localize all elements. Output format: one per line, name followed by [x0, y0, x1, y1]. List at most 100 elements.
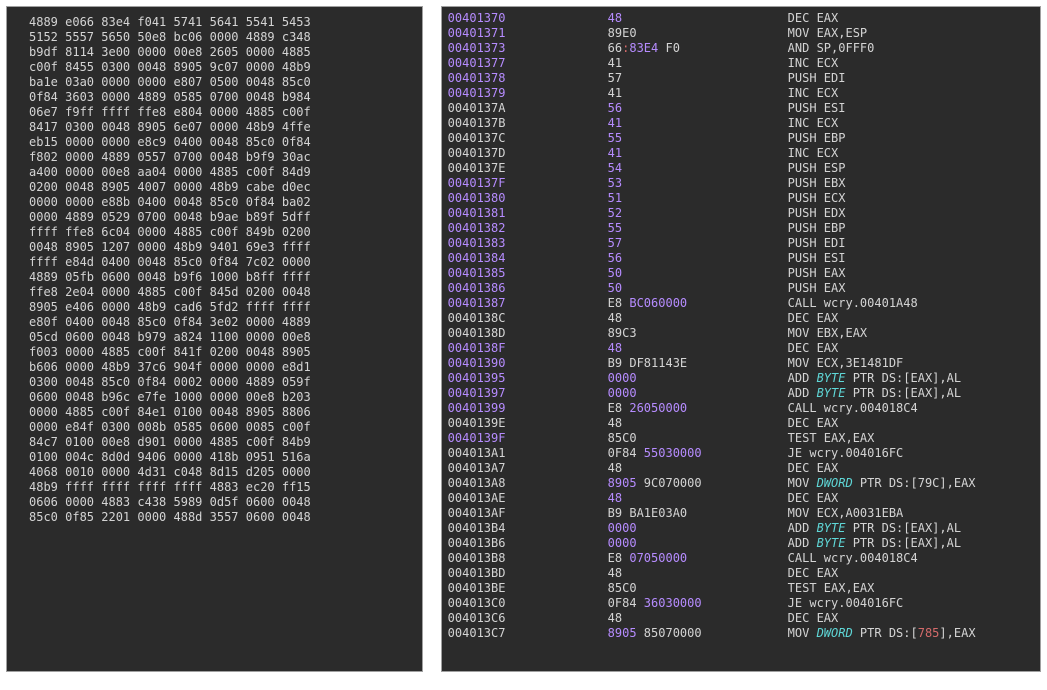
disasm-row: 004013970000ADD BYTE PTR DS:[EAX],AL	[448, 386, 1038, 401]
bytes: B9 BA1E03A0	[608, 506, 788, 521]
disasm-row: 0040138650PUSH EAX	[448, 281, 1038, 296]
disasm-row: 0040137857PUSH EDI	[448, 71, 1038, 86]
bytes: 41	[608, 56, 788, 71]
hex-row: 0600 0048 b96c e7fe 1000 0000 00e8 b203	[29, 390, 416, 405]
bytes: 8905 85070000	[608, 626, 788, 641]
address: 00401381	[448, 206, 608, 221]
address: 004013C7	[448, 626, 608, 641]
address: 0040138C	[448, 311, 608, 326]
disasm-row: 004013A88905 9C070000MOV DWORD PTR DS:[7…	[448, 476, 1038, 491]
disasm-row: 004013950000ADD BYTE PTR DS:[EAX],AL	[448, 371, 1038, 386]
instruction: AND SP,0FFF0	[788, 41, 1038, 56]
hex-row: 8905 e406 0000 48b9 cad6 5fd2 ffff ffff	[29, 300, 416, 315]
instruction: DEC EAX	[788, 341, 1038, 356]
disasm-row: 004013A748DEC EAX	[448, 461, 1038, 476]
hex-row: ffff ffe8 6c04 0000 4885 c00f 849b 0200	[29, 225, 416, 240]
disasm-row: 004013C78905 85070000MOV DWORD PTR DS:[7…	[448, 626, 1038, 641]
bytes: 8905 9C070000	[608, 476, 788, 491]
disasm-row: 0040137048DEC EAX	[448, 11, 1038, 26]
disasm-row: 0040137A56PUSH ESI	[448, 101, 1038, 116]
hex-row: c00f 8455 0300 0048 8905 9c07 0000 48b9	[29, 60, 416, 75]
bytes: 48	[608, 461, 788, 476]
address: 004013AE	[448, 491, 608, 506]
bytes: 56	[608, 251, 788, 266]
instruction: PUSH EDI	[788, 236, 1038, 251]
instruction: ADD BYTE PTR DS:[EAX],AL	[788, 536, 1038, 551]
instruction: MOV DWORD PTR DS:[79C],EAX	[788, 476, 1038, 491]
disasm-row: 0040137E54PUSH ESP	[448, 161, 1038, 176]
instruction: PUSH EBP	[788, 131, 1038, 146]
disasm-row: 00401390B9 DF81143EMOV ECX,3E1481DF	[448, 356, 1038, 371]
address: 00401380	[448, 191, 608, 206]
hex-row: ba1e 03a0 0000 0000 e807 0500 0048 85c0	[29, 75, 416, 90]
bytes: 48	[608, 566, 788, 581]
address: 0040137E	[448, 161, 608, 176]
address: 00401384	[448, 251, 608, 266]
bytes: 48	[608, 491, 788, 506]
instruction: PUSH EAX	[788, 281, 1038, 296]
address: 0040137A	[448, 101, 608, 116]
address: 00401385	[448, 266, 608, 281]
address: 004013B4	[448, 521, 608, 536]
instruction: INC ECX	[788, 86, 1038, 101]
bytes: 53	[608, 176, 788, 191]
hex-row: 8417 0300 0048 8905 6e07 0000 48b9 4ffe	[29, 120, 416, 135]
instruction: PUSH EAX	[788, 266, 1038, 281]
disasm-row: 0040139E48DEC EAX	[448, 416, 1038, 431]
bytes: 54	[608, 161, 788, 176]
address: 00401395	[448, 371, 608, 386]
instruction: PUSH EBX	[788, 176, 1038, 191]
disasm-row: 0040138550PUSH EAX	[448, 266, 1038, 281]
address: 004013BD	[448, 566, 608, 581]
hex-row: 0f84 3603 0000 4889 0585 0700 0048 b984	[29, 90, 416, 105]
instruction: JE wcry.004016FC	[788, 446, 1038, 461]
bytes: 48	[608, 311, 788, 326]
address: 00401371	[448, 26, 608, 41]
disasm-row: 0040138051PUSH ECX	[448, 191, 1038, 206]
address: 004013B6	[448, 536, 608, 551]
instruction: INC ECX	[788, 116, 1038, 131]
bytes: 85C0	[608, 431, 788, 446]
bytes: 0000	[608, 371, 788, 386]
disasm-row: 004013C648DEC EAX	[448, 611, 1038, 626]
disasm-row: 004013AFB9 BA1E03A0MOV ECX,A0031EBA	[448, 506, 1038, 521]
instruction: MOV DWORD PTR DS:[785],EAX	[788, 626, 1038, 641]
address: 00401382	[448, 221, 608, 236]
hex-row: ffff e84d 0400 0048 85c0 0f84 7c02 0000	[29, 255, 416, 270]
disasm-row: 0040137C55PUSH EBP	[448, 131, 1038, 146]
bytes: 0000	[608, 521, 788, 536]
hex-row: 5152 5557 5650 50e8 bc06 0000 4889 c348	[29, 30, 416, 45]
disasm-row: 0040138456PUSH ESI	[448, 251, 1038, 266]
bytes: 48	[608, 416, 788, 431]
instruction: DEC EAX	[788, 461, 1038, 476]
bytes: E8 07050000	[608, 551, 788, 566]
address: 0040137D	[448, 146, 608, 161]
address: 00401387	[448, 296, 608, 311]
disasm-row: 004013C00F84 36030000JE wcry.004016FC	[448, 596, 1038, 611]
bytes: 56	[608, 101, 788, 116]
hex-row: 0000 0000 e88b 0400 0048 85c0 0f84 ba02	[29, 195, 416, 210]
hex-row: 0300 0048 85c0 0f84 0002 0000 4889 059f	[29, 375, 416, 390]
disasm-row: 00401387E8 BC060000CALL wcry.00401A48	[448, 296, 1038, 311]
hex-row: ffe8 2e04 0000 4885 c00f 845d 0200 0048	[29, 285, 416, 300]
address: 00401399	[448, 401, 608, 416]
address: 00401383	[448, 236, 608, 251]
hex-row: e80f 0400 0048 85c0 0f84 3e02 0000 4889	[29, 315, 416, 330]
address: 00401390	[448, 356, 608, 371]
bytes: B9 DF81143E	[608, 356, 788, 371]
address: 00401370	[448, 11, 608, 26]
instruction: DEC EAX	[788, 566, 1038, 581]
instruction: PUSH ESI	[788, 101, 1038, 116]
bytes: 89E0	[608, 26, 788, 41]
disasm-row: 0040137366:83E4 F0AND SP,0FFF0	[448, 41, 1038, 56]
hex-row: 0000 e84f 0300 008b 0585 0600 0085 c00f	[29, 420, 416, 435]
address: 004013A7	[448, 461, 608, 476]
instruction: PUSH EDX	[788, 206, 1038, 221]
address: 004013C0	[448, 596, 608, 611]
hex-row: 84c7 0100 00e8 d901 0000 4885 c00f 84b9	[29, 435, 416, 450]
hex-row: 4889 05fb 0600 0048 b9f6 1000 b8ff ffff	[29, 270, 416, 285]
instruction: INC ECX	[788, 56, 1038, 71]
address: 004013A1	[448, 446, 608, 461]
disasm-row: 004013B8E8 07050000CALL wcry.004018C4	[448, 551, 1038, 566]
hex-row: 0606 0000 4883 c438 5989 0d5f 0600 0048	[29, 495, 416, 510]
